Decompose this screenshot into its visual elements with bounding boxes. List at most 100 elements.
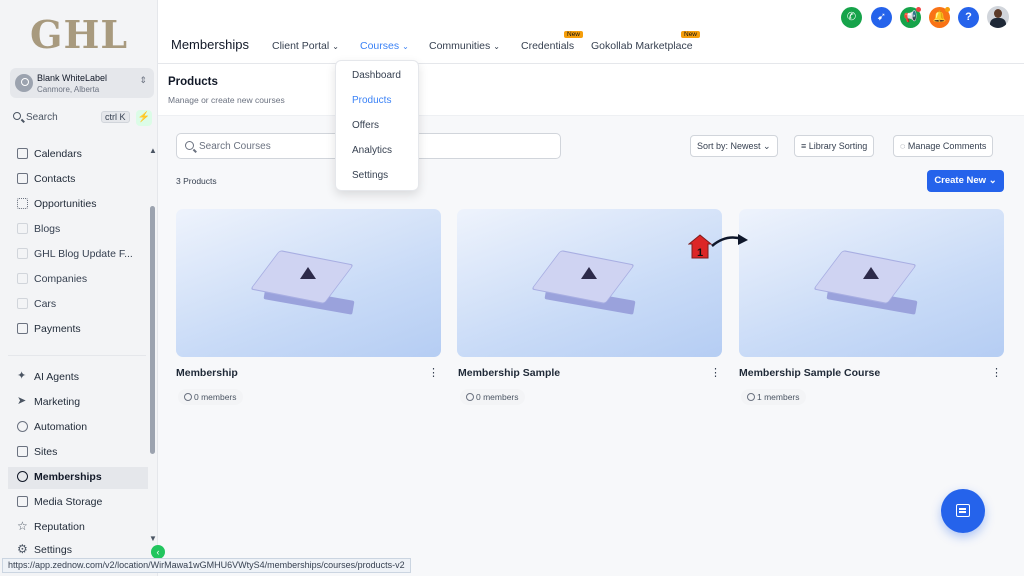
sidebar-item-label: Companies — [34, 273, 88, 285]
lightning-icon[interactable]: ⚡ — [136, 110, 152, 126]
tab-client-portal[interactable]: Client Portal ⌄ — [272, 40, 339, 52]
tab-gokollab-marketplace[interactable]: Gokollab Marketplace — [591, 40, 693, 52]
cube-icon — [17, 223, 28, 234]
sidebar-item-cars[interactable]: Cars — [14, 295, 148, 315]
chat-button[interactable] — [941, 489, 985, 533]
app-section-title: Memberships — [171, 37, 250, 52]
avatar-body — [990, 18, 1006, 28]
sidebar-item-label: Cars — [34, 298, 57, 310]
chevron-updown-icon: ⇕ — [139, 75, 147, 85]
library-sorting-button[interactable]: ≡ Library Sorting — [794, 135, 875, 157]
sidebar-item-calendars[interactable]: Calendars — [14, 145, 148, 165]
sidebar-item-blogs[interactable]: Blogs — [14, 220, 148, 240]
product-thumbnail[interactable] — [457, 209, 722, 357]
search-icon — [13, 112, 21, 120]
menu-item-products[interactable]: Products — [352, 95, 391, 106]
create-new-button[interactable]: Create New ⌄ — [927, 170, 1004, 192]
sidebar-item-label: GHL Blog Update F... — [34, 248, 133, 260]
sidebar-item-label: AI Agents — [34, 371, 79, 383]
sites-icon — [17, 446, 28, 457]
sidebar-item-ghl-blog-update[interactable]: GHL Blog Update F... — [14, 245, 148, 265]
list-icon: ≡ — [801, 141, 807, 151]
more-options-icon[interactable]: ⋮ — [710, 366, 721, 379]
comment-icon: ◌ — [900, 141, 906, 151]
sidebar-item-media-storage[interactable]: Media Storage — [14, 493, 148, 513]
collapse-sidebar-icon[interactable]: ‹ — [151, 545, 165, 559]
sidebar-item-automation[interactable]: Automation — [14, 418, 148, 438]
courses-dropdown-menu: Dashboard Products Offers Analytics Sett… — [335, 60, 419, 191]
menu-item-settings[interactable]: Settings — [352, 170, 388, 181]
sidebar-scrollbar[interactable] — [150, 206, 155, 454]
sidebar-item-label: Sites — [34, 446, 58, 458]
scroll-up-icon[interactable]: ▲ — [149, 146, 157, 155]
product-title[interactable]: Membership — [176, 367, 238, 379]
manage-comments-label: Manage Comments — [907, 141, 987, 151]
payments-icon — [17, 323, 28, 334]
members-badge: 0 members — [178, 389, 243, 405]
tab-label: Courses — [360, 40, 400, 52]
sidebar-item-contacts[interactable]: Contacts — [14, 170, 148, 190]
product-thumbnail[interactable] — [176, 209, 441, 357]
product-title[interactable]: Membership Sample Course — [739, 367, 880, 379]
book-play-icon — [813, 250, 923, 315]
sidebar-item-payments[interactable]: Payments — [14, 320, 148, 340]
sort-dropdown[interactable]: Sort by: Newest ⌄ — [690, 135, 778, 157]
automation-icon — [17, 421, 28, 432]
user-avatar[interactable] — [987, 6, 1009, 28]
cube-icon — [17, 298, 28, 309]
rocket-icon[interactable]: ➹ — [871, 7, 892, 28]
tab-label: Client Portal — [272, 40, 330, 52]
phone-icon[interactable]: ✆ — [841, 7, 862, 28]
image-icon — [17, 496, 28, 507]
library-sorting-label: Library Sorting — [808, 141, 868, 151]
cube-icon — [17, 273, 28, 284]
new-badge: New — [564, 31, 584, 38]
sidebar-item-label: Media Storage — [34, 496, 103, 508]
more-options-icon[interactable]: ⋮ — [991, 366, 1002, 379]
menu-item-offers[interactable]: Offers — [352, 120, 379, 131]
manage-comments-button[interactable]: ◌ Manage Comments — [893, 135, 994, 157]
tab-courses[interactable]: Courses ⌄ — [360, 40, 409, 52]
sidebar-item-label: Contacts — [34, 173, 76, 185]
tab-label: Gokollab Marketplace — [591, 40, 693, 52]
sidebar-item-label: Payments — [34, 323, 81, 335]
sidebar-item-label: Opportunities — [34, 198, 97, 210]
notification-dot — [945, 7, 950, 12]
tab-communities[interactable]: Communities ⌄ — [429, 40, 500, 52]
sidebar: GHL Blank WhiteLabel Canmore, Alberta ⇕ … — [0, 0, 158, 576]
chevron-down-icon: ⌄ — [332, 42, 339, 51]
chevron-down-icon: ⌄ — [988, 175, 997, 186]
chevron-down-icon: ⌄ — [763, 141, 771, 151]
sidebar-item-reputation[interactable]: ☆ Reputation — [14, 518, 148, 538]
search-shortcut: ctrl K — [101, 111, 130, 123]
sidebar-item-ai-agents[interactable]: ✦ AI Agents — [14, 368, 148, 388]
avatar-head — [994, 9, 1002, 18]
sidebar-item-memberships[interactable]: Memberships — [8, 467, 148, 489]
sidebar-item-companies[interactable]: Companies — [14, 270, 148, 290]
menu-item-dashboard[interactable]: Dashboard — [352, 70, 401, 81]
search-icon — [185, 141, 194, 150]
new-badge: New — [681, 31, 701, 38]
account-switcher[interactable]: Blank WhiteLabel Canmore, Alberta ⇕ — [10, 68, 154, 98]
book-play-icon — [250, 250, 360, 315]
help-icon[interactable]: ? — [958, 7, 979, 28]
sidebar-item-marketing[interactable]: ➤ Marketing — [14, 393, 148, 413]
sparkle-icon: ✦ — [17, 370, 27, 382]
contacts-icon — [17, 173, 28, 184]
annotation-number: 1 — [697, 247, 703, 259]
sidebar-item-label: Marketing — [34, 396, 81, 408]
more-options-icon[interactable]: ⋮ — [428, 366, 439, 379]
members-badge: 1 members — [741, 389, 806, 405]
search-placeholder: Search Courses — [199, 141, 271, 152]
scroll-down-icon[interactable]: ▼ — [149, 534, 157, 543]
sidebar-item-sites[interactable]: Sites — [14, 443, 148, 463]
sidebar-item-label: Calendars — [34, 148, 82, 160]
product-title[interactable]: Membership Sample — [458, 367, 560, 379]
sidebar-divider — [8, 355, 146, 356]
cube-icon — [17, 248, 28, 259]
menu-item-analytics[interactable]: Analytics — [352, 145, 392, 156]
sidebar-item-opportunities[interactable]: Opportunities — [14, 195, 148, 215]
tab-credentials[interactable]: Credentials — [521, 40, 574, 52]
product-thumbnail[interactable] — [739, 209, 1004, 357]
sidebar-search[interactable]: Search ctrl K — [10, 110, 130, 128]
